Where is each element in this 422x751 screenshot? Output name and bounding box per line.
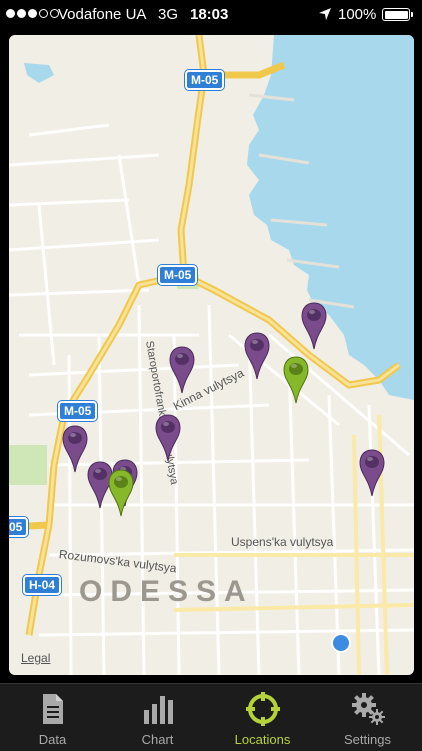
tab-locations-label: Locations — [234, 732, 291, 747]
road-shield-05: 05 — [9, 517, 29, 537]
transit-station-icon — [331, 633, 351, 653]
road-shield-h04: H-04 — [23, 575, 62, 595]
map-pin-purple[interactable] — [169, 346, 195, 394]
city-label: ODESSA — [79, 575, 254, 608]
status-bar: Vodafone UA 3G 18:03 100% — [0, 0, 422, 30]
crosshair-icon — [246, 692, 280, 726]
tab-chart[interactable]: Chart — [105, 684, 210, 751]
map-pin-purple[interactable] — [359, 449, 385, 497]
signal-strength-icon — [6, 9, 59, 18]
tab-chart-label: Chart — [141, 732, 174, 747]
tab-data-label: Data — [38, 732, 67, 747]
gears-icon — [352, 693, 385, 725]
tab-data[interactable]: Data — [0, 684, 105, 751]
clock: 18:03 — [190, 6, 229, 23]
map-pin-green[interactable] — [283, 356, 309, 404]
road-shield-m05: M-05 — [58, 401, 98, 421]
location-arrow-icon — [319, 8, 331, 20]
legal-link[interactable]: Legal — [21, 651, 50, 665]
map-pin-purple[interactable] — [155, 414, 181, 462]
battery-icon — [382, 8, 413, 21]
map-pin-purple[interactable] — [62, 425, 88, 473]
tab-locations[interactable]: Locations — [210, 684, 315, 751]
map-pin-purple[interactable] — [301, 302, 327, 350]
carrier-name: Vodafone UA — [58, 6, 147, 23]
road-shield-m05: M-05 — [185, 70, 225, 90]
tab-bar: Data Chart Locations Settings — [0, 683, 422, 751]
map-pin-green[interactable] — [108, 469, 134, 517]
battery-percent: 100% — [338, 6, 377, 23]
tab-settings-label: Settings — [344, 732, 391, 747]
map-pin-purple[interactable] — [244, 332, 270, 380]
street-label-uspenska: Uspens'ka vulytsya — [231, 535, 334, 549]
map-view[interactable]: Kinna vulytsya Staroportofrankivs'ka vul… — [9, 35, 414, 675]
document-icon — [43, 694, 63, 724]
road-shield-m05: M-05 — [158, 265, 198, 285]
bar-chart-icon — [144, 696, 173, 724]
network-type: 3G — [158, 6, 179, 23]
tab-settings[interactable]: Settings — [315, 684, 420, 751]
